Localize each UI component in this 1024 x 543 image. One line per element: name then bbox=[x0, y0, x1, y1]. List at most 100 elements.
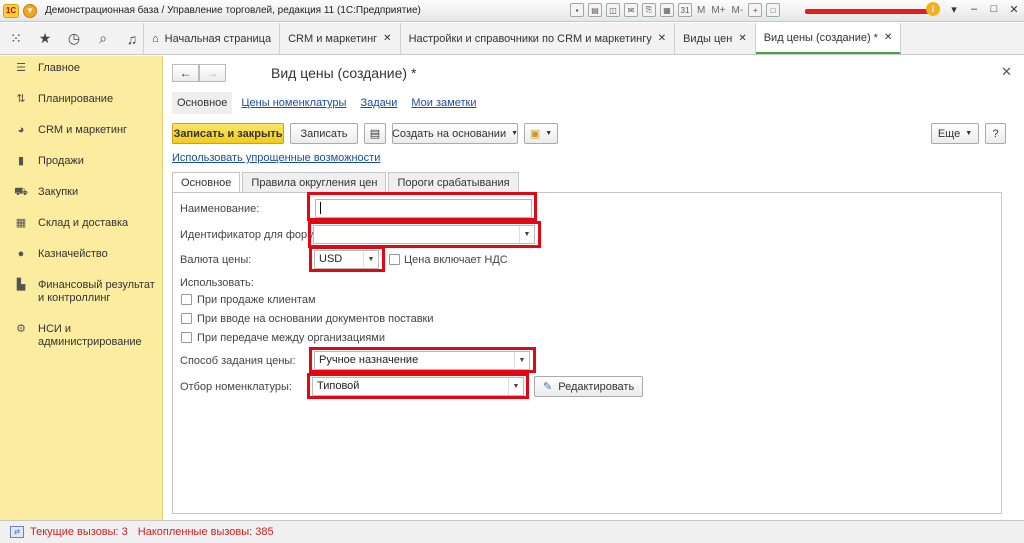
memory-minus-button[interactable]: M- bbox=[732, 5, 744, 16]
sections-sidebar: ☰ Главное ⇅ Планирование ◕ CRM и маркети… bbox=[0, 56, 163, 520]
memory-button[interactable]: M bbox=[697, 5, 705, 16]
calendar-icon[interactable]: 31 bbox=[678, 3, 692, 17]
tab-price-types[interactable]: Виды цен ✕ bbox=[675, 23, 756, 54]
use-transfer-label: При передаче между организациями bbox=[197, 332, 385, 344]
window-icon[interactable]: □ bbox=[766, 3, 781, 17]
sidebar-item-sales[interactable]: ▮ Продажи bbox=[0, 149, 162, 174]
sidebar-item-crm[interactable]: ◕ CRM и маркетинг bbox=[0, 118, 162, 143]
edit-pen-icon: ✎ bbox=[543, 381, 553, 393]
more-button[interactable]: Еще ▼ bbox=[931, 123, 979, 144]
zoom-icon[interactable]: + bbox=[748, 3, 763, 17]
save-button[interactable]: Записать bbox=[290, 123, 358, 144]
formula-id-label: Идентификатор для формул bbox=[180, 229, 327, 241]
tab-thresholds[interactable]: Пороги срабатывания bbox=[388, 172, 519, 192]
tab-crm-settings[interactable]: Настройки и справочники по CRM и маркети… bbox=[401, 23, 676, 54]
accumulated-calls: Накопленные вызовы: 385 bbox=[137, 526, 274, 538]
main-tab-panel: Наименование: Идентификатор для формул ▼… bbox=[172, 192, 1002, 514]
planning-icon: ⇅ bbox=[16, 93, 26, 105]
highlight-currency bbox=[309, 246, 385, 272]
sidebar-item-warehouse[interactable]: ▦ Склад и доставка bbox=[0, 211, 162, 236]
print-menu-button[interactable]: ▣ ▼ bbox=[524, 123, 558, 144]
current-calls: Текущие вызовы: 3 bbox=[30, 526, 128, 538]
warehouse-icon: ▦ bbox=[15, 217, 27, 229]
info-icon[interactable]: i bbox=[926, 2, 940, 16]
menu-icon: ☰ bbox=[16, 62, 26, 74]
table-icon[interactable]: ▦ bbox=[660, 3, 674, 17]
section-main[interactable]: Основное bbox=[172, 92, 233, 114]
section-tasks[interactable]: Задачи bbox=[355, 92, 402, 114]
document-icon[interactable]: ▤ bbox=[364, 123, 386, 144]
gear-icon: ⚙ bbox=[16, 323, 26, 335]
favorites-star-icon[interactable]: ★ bbox=[37, 30, 53, 47]
name-label: Наименование: bbox=[180, 203, 260, 215]
sections-grid-icon[interactable]: ⁙ bbox=[8, 30, 24, 47]
minimize-button[interactable]: – bbox=[968, 3, 980, 15]
options-chevron-icon[interactable]: ▾ bbox=[948, 3, 960, 16]
pie-chart-icon: ◕ bbox=[17, 124, 25, 136]
sidebar-item-main[interactable]: ☰ Главное bbox=[0, 56, 162, 81]
maximize-button[interactable]: □ bbox=[988, 3, 1000, 15]
use-supply-label: При вводе на основании документов постав… bbox=[197, 313, 434, 325]
sidebar-item-planning[interactable]: ⇅ Планирование bbox=[0, 87, 162, 112]
vat-checkbox[interactable] bbox=[389, 254, 400, 265]
mail-icon[interactable]: ✉ bbox=[624, 3, 638, 17]
close-form-icon[interactable]: ✕ bbox=[1001, 64, 1012, 80]
link-icon[interactable]: ⎘ bbox=[642, 3, 656, 17]
sidebar-item-treasury[interactable]: ● Казначейство bbox=[0, 242, 162, 267]
use-supply-checkbox[interactable] bbox=[181, 313, 192, 324]
close-tab-icon[interactable]: ✕ bbox=[383, 33, 391, 44]
close-tab-icon[interactable]: ✕ bbox=[658, 33, 666, 44]
tab-crm[interactable]: CRM и маркетинг ✕ bbox=[280, 23, 401, 54]
form-tabs: Основное Правила округления цен Пороги с… bbox=[172, 172, 521, 193]
tab-rounding-rules[interactable]: Правила округления цен bbox=[242, 172, 387, 192]
use-sales-label: При продаже клиентам bbox=[197, 294, 316, 306]
server-calls-icon[interactable]: ⇄ bbox=[10, 526, 24, 538]
cart-icon: ⛟ bbox=[14, 186, 28, 198]
history-icon[interactable]: ◷ bbox=[66, 30, 82, 47]
sidebar-item-admin[interactable]: ⚙ НСИ и администрирование bbox=[0, 317, 162, 355]
sidebar-item-purchases[interactable]: ⛟ Закупки bbox=[0, 180, 162, 205]
forward-button[interactable]: → bbox=[199, 64, 226, 82]
home-icon: ⌂ bbox=[152, 32, 159, 45]
highlight-price-method bbox=[309, 347, 536, 373]
price-method-label: Способ задания цены: bbox=[180, 355, 296, 367]
open-windows-bar: ⁙ ★ ◷ ⌕ ♫ ⌂ Начальная страница CRM и мар… bbox=[0, 23, 1024, 55]
use-sales-checkbox[interactable] bbox=[181, 294, 192, 305]
close-tab-icon[interactable]: ✕ bbox=[738, 33, 746, 44]
chevron-down-icon: ▼ bbox=[511, 130, 519, 137]
command-bar: Записать и закрыть Записать ▤ Создать на… bbox=[172, 123, 1012, 145]
form-title: Вид цены (создание) * bbox=[271, 65, 417, 81]
redacted-user-name bbox=[805, 9, 935, 14]
create-based-on-button[interactable]: Создать на основании ▼ bbox=[392, 123, 518, 144]
chevron-down-icon: ▼ bbox=[545, 130, 553, 137]
coin-icon: ● bbox=[17, 248, 25, 260]
use-transfer-checkbox[interactable] bbox=[181, 332, 192, 343]
chevron-down-icon: ▼ bbox=[965, 130, 973, 137]
back-button[interactable]: ← bbox=[172, 64, 199, 82]
search-icon[interactable]: ⌕ bbox=[95, 30, 111, 47]
app-logo-icon: 1С bbox=[3, 3, 19, 18]
close-tab-icon[interactable]: ✕ bbox=[884, 32, 892, 43]
memory-plus-button[interactable]: M+ bbox=[711, 5, 725, 16]
tab-price-type-create[interactable]: Вид цены (создание) * ✕ bbox=[755, 23, 902, 54]
highlight-name bbox=[307, 192, 537, 221]
edit-button[interactable]: ✎ Редактировать bbox=[534, 376, 644, 397]
section-notes[interactable]: Мои заметки bbox=[406, 92, 481, 114]
highlight-nomenclature bbox=[307, 373, 529, 399]
notifications-bell-icon[interactable]: ♫ bbox=[124, 31, 140, 47]
tab-main[interactable]: Основное bbox=[172, 172, 241, 193]
simplified-mode-link[interactable]: Использовать упрощенные возможности bbox=[172, 152, 380, 164]
save-icon[interactable]: ▪ bbox=[570, 3, 584, 17]
sidebar-item-finance[interactable]: ▙ Финансовый результат и контроллинг bbox=[0, 273, 162, 311]
main-menu-dropdown-icon[interactable]: ▼ bbox=[23, 3, 37, 18]
help-button[interactable]: ? bbox=[985, 123, 1006, 144]
print-document-icon: ▣ bbox=[529, 128, 541, 140]
print-icon[interactable]: ▤ bbox=[588, 3, 602, 17]
preview-icon[interactable]: ◫ bbox=[606, 3, 620, 17]
save-and-close-button[interactable]: Записать и закрыть bbox=[172, 123, 284, 144]
currency-label: Валюта цены: bbox=[180, 254, 252, 266]
bar-chart-icon: ▙ bbox=[16, 279, 26, 291]
section-item-prices[interactable]: Цены номенклатуры bbox=[236, 92, 351, 114]
close-window-button[interactable]: ✕ bbox=[1008, 3, 1020, 16]
tab-home[interactable]: ⌂ Начальная страница bbox=[144, 23, 281, 54]
